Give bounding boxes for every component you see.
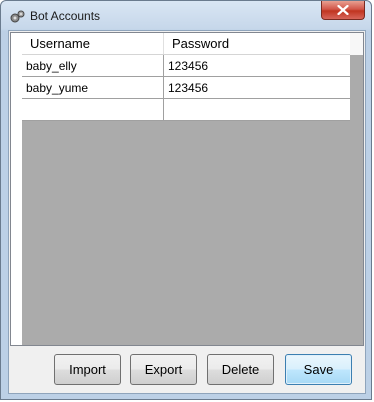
username-cell[interactable]: baby_yume <box>22 77 164 98</box>
dialog-client-area: Username Password baby_elly 123456 baby_… <box>8 30 366 394</box>
bot-accounts-window: Bot Accounts Username Password baby_elly… <box>0 0 372 400</box>
password-cell[interactable]: 123456 <box>164 55 350 76</box>
save-button[interactable]: Save <box>285 354 352 385</box>
column-header-username[interactable]: Username <box>22 33 164 54</box>
close-button[interactable] <box>321 1 365 20</box>
app-icon <box>9 10 25 24</box>
new-row[interactable] <box>22 99 350 121</box>
table-row[interactable]: baby_elly 123456 <box>22 55 350 77</box>
row-header-column[interactable] <box>11 33 22 345</box>
table-row[interactable]: baby_yume 123456 <box>22 77 350 99</box>
grid-table: Username Password baby_elly 123456 baby_… <box>22 33 350 121</box>
grid-header-row: Username Password <box>22 33 350 55</box>
username-cell[interactable] <box>22 99 164 120</box>
import-button[interactable]: Import <box>54 354 121 385</box>
close-icon <box>337 5 349 15</box>
accounts-grid[interactable]: Username Password baby_elly 123456 baby_… <box>10 32 364 346</box>
grid-header-filler <box>350 33 363 55</box>
username-cell[interactable]: baby_elly <box>22 55 164 76</box>
delete-button[interactable]: Delete <box>207 354 274 385</box>
password-cell[interactable]: 123456 <box>164 77 350 98</box>
password-cell[interactable] <box>164 99 350 120</box>
column-header-password[interactable]: Password <box>164 33 350 54</box>
export-button[interactable]: Export <box>130 354 197 385</box>
title-bar[interactable]: Bot Accounts <box>1 1 373 31</box>
window-title: Bot Accounts <box>30 9 101 23</box>
